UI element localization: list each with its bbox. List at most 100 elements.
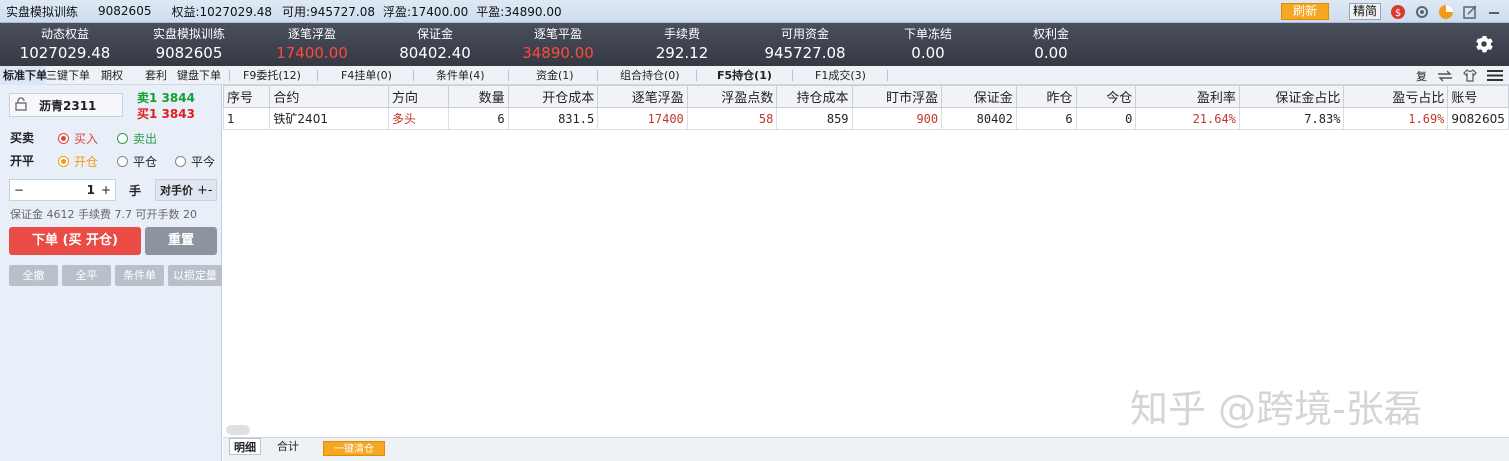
- watermark: 知乎 @跨境-张磊: [1130, 387, 1422, 431]
- col-header[interactable]: 保证金: [941, 85, 1017, 108]
- tab-three-key-order[interactable]: 三键下单: [46, 66, 90, 85]
- col-header[interactable]: 数量: [447, 85, 509, 108]
- svg-text:$: $: [1395, 8, 1401, 19]
- col-header[interactable]: 序号: [223, 85, 271, 108]
- tab-options[interactable]: 期权: [101, 66, 123, 85]
- qty-minus-button[interactable]: −: [14, 183, 24, 197]
- col-header[interactable]: 方向: [388, 85, 449, 108]
- place-order-button[interactable]: 下单 (买 开仓): [9, 227, 141, 255]
- bottom-bar: 明细 合计 一键清仓: [223, 437, 1509, 461]
- col-header[interactable]: 盈利率: [1135, 85, 1240, 108]
- shirt-icon[interactable]: [1463, 69, 1477, 82]
- available-summary: 可用:945727.08: [282, 4, 375, 19]
- stat-premium: 权利金 0.00: [1032, 27, 1069, 62]
- tab-combo-positions[interactable]: 组合持仓(0): [620, 66, 680, 85]
- close-today-radio[interactable]: 平今: [175, 153, 215, 170]
- equity-summary: 权益:1027029.48: [171, 4, 273, 19]
- cell-quantity: 6: [447, 107, 509, 130]
- sell-radio[interactable]: 卖出: [117, 130, 157, 147]
- col-header[interactable]: 持仓成本: [776, 85, 853, 108]
- cell-profit-rate: 21.64%: [1135, 107, 1240, 130]
- col-header[interactable]: 逐笔浮盈: [597, 85, 688, 108]
- side-label: 买卖: [10, 131, 35, 145]
- offset-label: 开平: [10, 154, 35, 168]
- order-panel: 沥青2311 卖1 3844 买1 3843 买卖 买入 卖出 开平 开仓 平仓…: [0, 85, 222, 461]
- qty-plus-button[interactable]: +: [101, 183, 111, 197]
- ask-price[interactable]: 卖1 3844: [137, 89, 195, 106]
- cell-open-cost: 831.5: [507, 107, 599, 130]
- stat-float-pl: 逐笔浮盈 17400.00: [276, 27, 348, 62]
- col-header[interactable]: 盯市浮盈: [851, 85, 943, 108]
- close-all-button[interactable]: 全平: [62, 265, 111, 286]
- open-radio[interactable]: 开仓: [58, 153, 98, 170]
- minimize-icon[interactable]: [1485, 3, 1503, 21]
- tab-conditional[interactable]: 条件单(4): [436, 66, 485, 85]
- menu-icon[interactable]: [1487, 69, 1503, 82]
- pie-chart-icon[interactable]: [1437, 3, 1455, 21]
- order-info: 保证金 4612 手续费 7.7 可开手数 20: [10, 208, 197, 221]
- bid-price[interactable]: 买1 3843: [137, 105, 195, 122]
- quantity-stepper[interactable]: − 1 +: [9, 179, 116, 201]
- refresh-button[interactable]: 刷新: [1281, 3, 1329, 20]
- col-header[interactable]: 合约: [269, 85, 390, 108]
- cell-float-pl: 17400: [597, 107, 688, 130]
- col-header[interactable]: 盈亏占比: [1343, 85, 1449, 108]
- close-pl-summary: 平盈:34890.00: [476, 4, 562, 19]
- tab-pending[interactable]: F4挂单(0): [341, 66, 392, 85]
- restore-tab[interactable]: 复: [1416, 68, 1427, 84]
- cancel-all-button[interactable]: 全撤: [9, 265, 58, 286]
- settings-icon[interactable]: [1413, 3, 1431, 21]
- cell-float-points: 58: [686, 107, 778, 130]
- table-row[interactable]: 1 铁矿2401 多头 6 831.5 17400 58 859 900 804…: [223, 107, 1509, 130]
- stat-account: 实盘模拟训练 9082605: [152, 27, 225, 62]
- contract-name: 沥青2311: [39, 98, 97, 113]
- tab-detail[interactable]: 明细: [229, 438, 261, 455]
- horizontal-scrollbar[interactable]: [226, 425, 250, 435]
- cell-pl-ratio: 1.69%: [1343, 107, 1449, 130]
- col-header[interactable]: 浮盈点数: [686, 85, 778, 108]
- reset-button[interactable]: 重置: [145, 227, 217, 255]
- clear-all-positions-button[interactable]: 一键清仓: [323, 441, 385, 456]
- cell-margin: 80402: [941, 107, 1017, 130]
- stat-commission: 手续费 292.12: [655, 27, 709, 62]
- quantity-value[interactable]: 1: [87, 183, 95, 197]
- conditional-order-button[interactable]: 条件单: [115, 265, 164, 286]
- table-header-row: 序号 合约 方向 数量 开仓成本 逐笔浮盈 浮盈点数 持仓成本 盯市浮盈 保证金…: [223, 85, 1509, 108]
- cell-account: 9082605: [1447, 107, 1509, 130]
- tab-keyboard-order[interactable]: 键盘下单: [177, 66, 221, 85]
- tab-orders[interactable]: F9委托(12): [243, 66, 301, 85]
- tab-funds[interactable]: 资金(1): [536, 66, 574, 85]
- tab-trades[interactable]: F1成交(3): [815, 66, 866, 85]
- account-number: 9082605: [98, 4, 152, 18]
- buy-radio[interactable]: 买入: [58, 130, 98, 147]
- title-bar: 实盘模拟训练 9082605 权益:1027029.48 可用:945727.0…: [0, 0, 1509, 23]
- tab-row: 标准下单 三键下单 期权 套利 键盘下单 F9委托(12) F4挂单(0) 条件…: [0, 66, 1509, 85]
- stat-margin: 保证金 80402.40: [399, 27, 471, 62]
- tab-total[interactable]: 合计: [273, 438, 303, 455]
- cell-hold-cost: 859: [776, 107, 853, 130]
- unlock-icon[interactable]: [15, 96, 31, 114]
- gear-icon[interactable]: [1473, 33, 1495, 55]
- float-pl-summary: 浮盈:17400.00: [382, 4, 469, 19]
- tab-positions[interactable]: F5持仓(1): [717, 66, 772, 85]
- col-header[interactable]: 昨仓: [1015, 85, 1077, 108]
- edit-icon[interactable]: [1461, 3, 1479, 21]
- stat-dynamic-equity: 动态权益 1027029.48: [19, 27, 111, 62]
- close-radio[interactable]: 平仓: [117, 153, 157, 170]
- contract-selector[interactable]: 沥青2311: [9, 93, 123, 117]
- col-header[interactable]: 今仓: [1075, 85, 1137, 108]
- loss-sizing-button[interactable]: 以损定量: [168, 265, 222, 286]
- stat-available: 可用资金 945727.08: [764, 27, 846, 62]
- tab-arbitrage[interactable]: 套利: [145, 66, 167, 85]
- col-header[interactable]: 保证金占比: [1238, 85, 1345, 108]
- col-header[interactable]: 账号: [1447, 85, 1509, 108]
- price-adjust-icon[interactable]: +-: [197, 183, 213, 198]
- swap-icon[interactable]: [1437, 70, 1453, 82]
- tab-standard-order[interactable]: 标准下单: [0, 66, 47, 85]
- stop-sign-icon[interactable]: $: [1389, 3, 1407, 21]
- simple-mode-button[interactable]: 精简: [1349, 3, 1381, 20]
- stat-close-pl: 逐笔平盈 34890.00: [522, 27, 594, 62]
- cell-today-pos: 0: [1075, 107, 1137, 130]
- price-type-selector[interactable]: 对手价 +-: [155, 179, 217, 201]
- col-header[interactable]: 开仓成本: [507, 85, 599, 108]
